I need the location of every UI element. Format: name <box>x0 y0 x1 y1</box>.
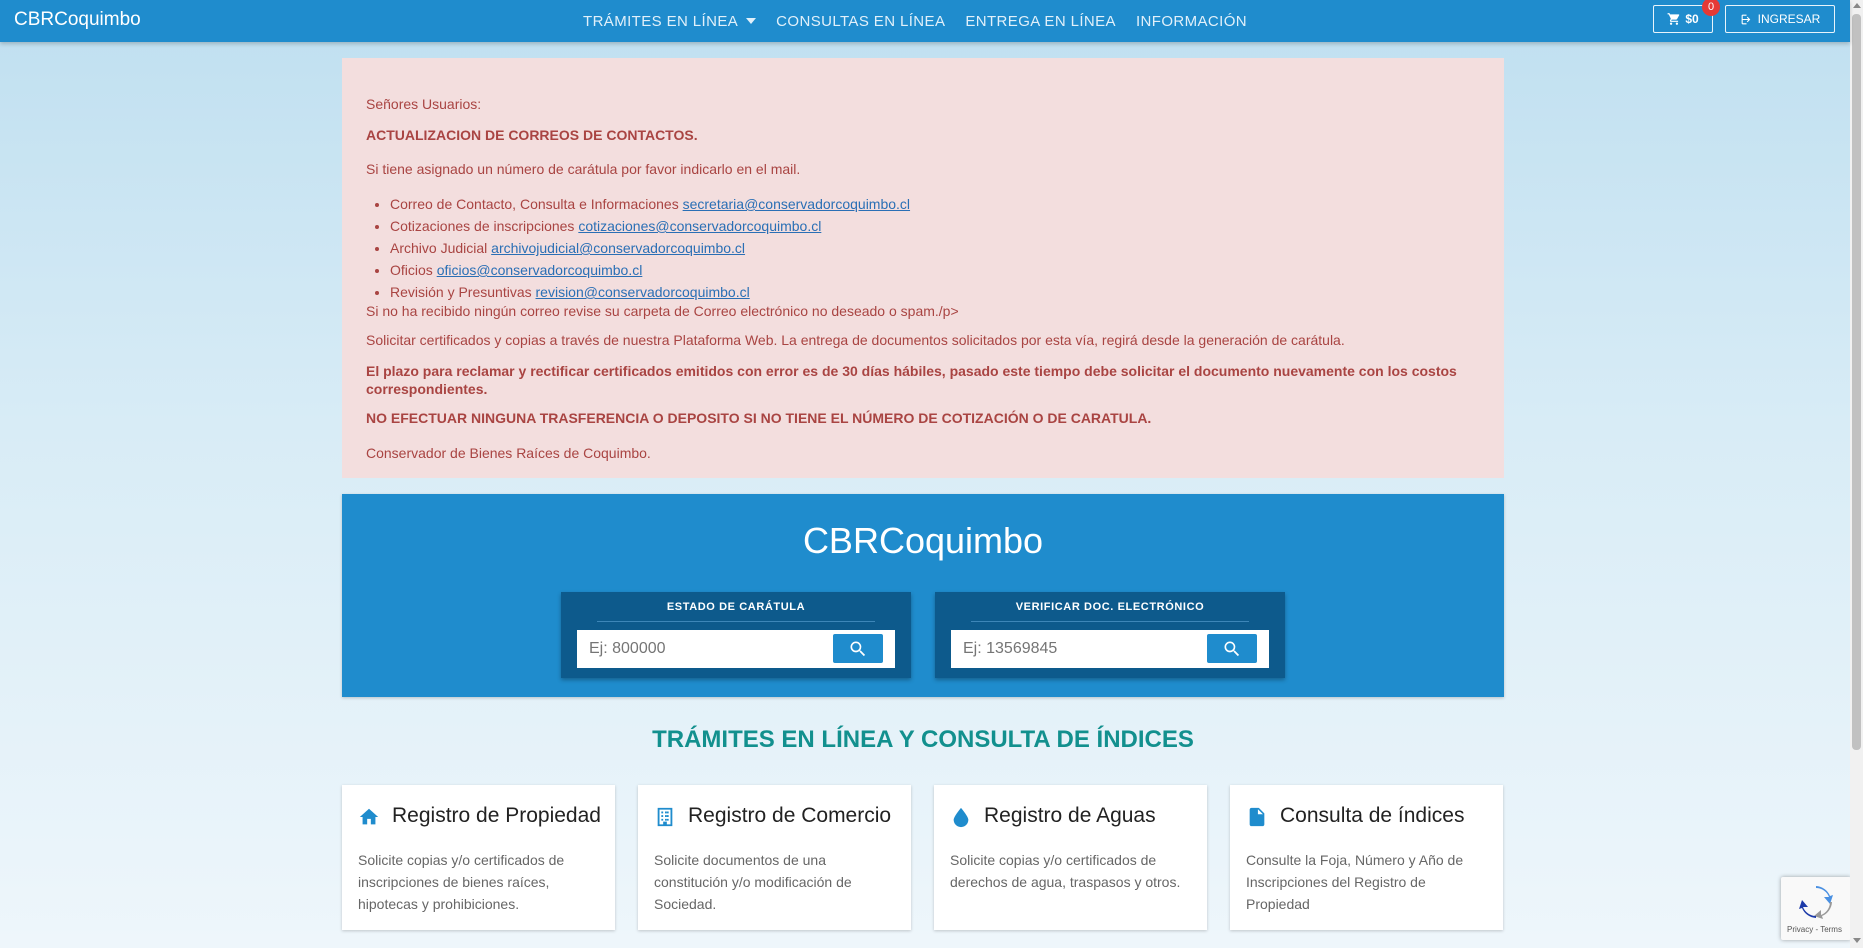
search-icon <box>1224 641 1240 656</box>
card-title: Registro de Aguas <box>984 804 1156 827</box>
scroll-down-arrow-icon[interactable] <box>1853 938 1861 943</box>
contact-label: Oficios <box>390 262 437 278</box>
alert-heading: ACTUALIZACION DE CORREOS DE CONTACTOS. <box>366 127 698 143</box>
brand-link[interactable]: CBRCoquimbo <box>14 9 141 31</box>
recaptcha-badge[interactable]: Privacy - Terms <box>1781 877 1851 940</box>
contact-list: Correo de Contacto, Consulta e Informaci… <box>390 193 910 303</box>
alert-spam-note: Si no ha recibido ningún correo revise s… <box>366 303 959 319</box>
login-icon <box>1741 14 1750 24</box>
nav-tramites-en-linea[interactable]: TRÁMITES EN LÍNEA <box>583 12 757 30</box>
alert-warning: NO EFECTUAR NINGUNA TRASFERENCIA O DEPOS… <box>366 410 1152 426</box>
recaptcha-icon <box>1799 886 1833 919</box>
alert-greeting: Señores Usuarios: <box>366 96 482 112</box>
contact-label: Revisión y Presuntivas <box>390 284 536 300</box>
list-item: Cotizaciones de inscripciones cotizacion… <box>390 215 910 237</box>
list-item: Archivo Judicial archivojudicial@conserv… <box>390 237 910 259</box>
card-description: Solicite copias y/o certificados de dere… <box>950 852 1181 890</box>
doc-search-button[interactable] <box>1207 634 1257 663</box>
card-description: Consulte la Foja, Número y Año de Inscri… <box>1246 852 1464 912</box>
alert-signature: Conservador de Bienes Raíces de Coquimbo… <box>366 445 651 461</box>
caratula-search-label: ESTADO DE CARÁTULA <box>666 601 806 613</box>
card-description: Solicite documentos de una constitución … <box>654 852 852 912</box>
nav-informacion[interactable]: INFORMACIÓN <box>1136 13 1247 30</box>
nav-consultas-en-linea[interactable]: CONSULTAS EN LÍNEA <box>776 13 945 30</box>
card-registro-comercio[interactable]: Registro de Comercio Solicite documentos… <box>638 785 911 930</box>
notice-alert: Señores Usuarios: ACTUALIZACION DE CORRE… <box>342 58 1504 478</box>
hero-title: CBRCoquimbo <box>802 520 1044 561</box>
card-title: Consulta de índices <box>1280 804 1465 827</box>
top-navbar: CBRCoquimbo TRÁMITES EN LÍNEA CONSULTAS … <box>0 0 1850 42</box>
email-link[interactable]: secretaria@conservadorcoquimbo.cl <box>683 196 910 212</box>
card-registro-propiedad[interactable]: Registro de Propiedad Solicite copias y/… <box>342 785 615 930</box>
scrollbar-thumb[interactable] <box>1852 14 1861 750</box>
divider <box>971 621 1249 622</box>
card-title: Registro de Comercio <box>688 804 892 827</box>
alert-deadline-note: El plazo para reclamar y rectificar cert… <box>366 363 1457 397</box>
card-registro-aguas[interactable]: Registro de Aguas Solicite copias y/o ce… <box>934 785 1207 930</box>
email-link[interactable]: oficios@conservadorcoquimbo.cl <box>437 262 643 278</box>
recaptcha-privacy-terms[interactable]: Privacy - Terms <box>1787 925 1842 934</box>
list-item: Correo de Contacto, Consulta e Informaci… <box>390 193 910 215</box>
nav-entrega-en-linea[interactable]: ENTREGA EN LÍNEA <box>965 13 1116 30</box>
hero-banner: CBRCoquimbo ESTADO DE CARÁTULA VERIFICAR… <box>342 494 1504 697</box>
document-icon <box>1249 807 1265 827</box>
contact-label: Archivo Judicial <box>390 240 492 256</box>
login-button[interactable]: INGRESAR <box>1725 5 1835 33</box>
alert-intro: Si tiene asignado un número de carátula … <box>366 161 801 177</box>
search-icon <box>850 641 866 656</box>
doc-search-label: VERIFICAR DOC. ELECTRÓNICO <box>1015 601 1205 613</box>
contact-label: Cotizaciones de inscripciones <box>390 218 579 234</box>
card-title: Registro de Propiedad <box>392 804 601 827</box>
email-link[interactable]: revision@conservadorcoquimbo.cl <box>536 284 750 300</box>
list-item: Oficios oficios@conservadorcoquimbo.cl <box>390 259 910 281</box>
email-link[interactable]: cotizaciones@conservadorcoquimbo.cl <box>578 218 821 234</box>
alert-platform-note: Solicitar certificados y copias a través… <box>366 332 1345 348</box>
water-drop-icon <box>953 807 969 828</box>
login-label: INGRESAR <box>1757 12 1821 26</box>
cart-count-badge: 0 <box>1702 0 1720 16</box>
home-icon <box>359 808 379 825</box>
scroll-up-arrow-icon[interactable] <box>1853 3 1861 8</box>
building-icon <box>657 807 673 827</box>
chevron-down-icon <box>746 18 757 24</box>
divider <box>597 621 875 622</box>
caratula-search-button[interactable] <box>833 634 883 663</box>
section-title: TRÁMITES EN LÍNEA Y CONSULTA DE ÍNDICES <box>652 726 1194 753</box>
contact-label: Correo de Contacto, Consulta e Informaci… <box>390 196 683 212</box>
email-link[interactable]: archivojudicial@conservadorcoquimbo.cl <box>491 240 745 256</box>
card-description: Solicite copias y/o certificados de insc… <box>358 852 565 912</box>
page-scrollbar[interactable] <box>1850 0 1863 948</box>
doc-search-card: VERIFICAR DOC. ELECTRÓNICO <box>935 592 1285 678</box>
cart-amount: $0 <box>1685 12 1699 26</box>
nav-tramites-label: TRÁMITES EN LÍNEA <box>583 12 739 30</box>
cart-icon <box>1667 13 1680 25</box>
nav-menu: TRÁMITES EN LÍNEA CONSULTAS EN LÍNEA ENT… <box>583 0 1267 42</box>
list-item: Revisión y Presuntivas revision@conserva… <box>390 281 910 303</box>
caratula-search-card: ESTADO DE CARÁTULA <box>561 592 911 678</box>
card-consulta-indices[interactable]: Consulta de índices Consulte la Foja, Nú… <box>1230 785 1503 930</box>
